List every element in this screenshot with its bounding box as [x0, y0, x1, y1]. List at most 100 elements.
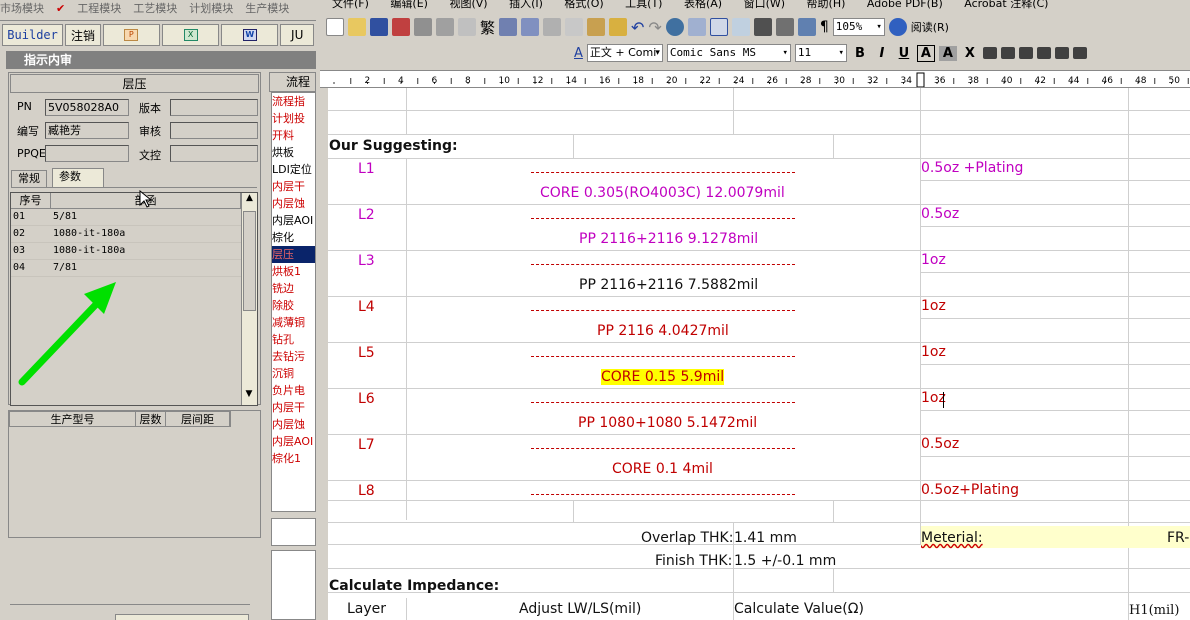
underline-icon[interactable]: U — [895, 46, 913, 61]
ppqe-field[interactable] — [45, 145, 129, 162]
align-center-icon[interactable] — [1000, 47, 1015, 59]
table-row[interactable]: 01 5/81 — [11, 209, 257, 226]
flow-item[interactable]: LDI定位 — [272, 161, 315, 178]
font-select[interactable]: Comic Sans MS — [666, 44, 791, 62]
menu-adobe-pdf[interactable]: Adobe PDF(B) — [867, 0, 943, 10]
horizontal-ruler[interactable]: 2 4 6 8 10 12 14 16 18 20 22 24 26 28 30 32 34 36 38 40 42 44… — [320, 70, 1190, 88]
styles-icon[interactable]: A — [574, 46, 583, 61]
scroll-thumb[interactable] — [243, 211, 256, 311]
redo-icon[interactable]: ↷ — [648, 18, 661, 37]
undo-icon[interactable]: ↶ — [631, 18, 644, 37]
flow-item[interactable]: 内层蚀 — [272, 195, 315, 212]
tables-borders-icon[interactable] — [687, 18, 706, 36]
paste-icon[interactable] — [587, 18, 606, 36]
flow-input[interactable] — [271, 518, 316, 546]
menu-tools[interactable]: 工具(T) — [625, 0, 662, 10]
menu-window[interactable]: 窗口(W) — [744, 0, 785, 10]
new-doc-icon[interactable] — [326, 18, 344, 36]
read-button[interactable]: 阅读(R) — [911, 19, 949, 35]
word-button[interactable]: W — [221, 24, 279, 46]
bold-icon[interactable]: B — [851, 46, 869, 61]
scroll-up-icon[interactable]: ▲ — [242, 193, 257, 209]
document-map-icon[interactable] — [797, 18, 816, 36]
flow-item[interactable]: 内层AOI — [272, 433, 315, 450]
excel-button[interactable]: X — [161, 24, 220, 46]
menu-market[interactable]: 市场模块 — [0, 2, 44, 14]
cut-icon[interactable] — [543, 18, 562, 36]
grid-scrollbar[interactable]: ▲ ▼ — [241, 193, 257, 405]
insert-table-icon[interactable] — [709, 18, 728, 36]
menu-acrobat-comments[interactable]: Acrobat 注释(C) — [964, 0, 1048, 10]
menu-format[interactable]: 格式(O) — [564, 0, 603, 10]
tab-params[interactable]: 参数 — [52, 168, 104, 187]
flow-item[interactable]: 棕化1 — [272, 450, 315, 467]
review-field[interactable] — [170, 122, 258, 139]
menu-table[interactable]: 表格(A) — [684, 0, 722, 10]
numbering-icon[interactable] — [1072, 47, 1087, 59]
document-page[interactable]: Our Suggesting: L1 0.5oz +Plating CORE 0… — [328, 88, 1190, 620]
menu-view[interactable]: 视图(V) — [449, 0, 487, 10]
tab-general[interactable]: 常规 — [11, 170, 47, 187]
flow-item[interactable]: 铣边 — [272, 280, 315, 297]
char-border-icon[interactable]: A — [916, 44, 935, 62]
builder-button[interactable]: Builder — [2, 24, 64, 46]
ju-button[interactable]: JU — [280, 24, 314, 46]
permission-icon[interactable] — [392, 18, 410, 36]
bottom-button[interactable] — [115, 614, 249, 620]
version-field[interactable] — [170, 99, 258, 116]
menu-edit[interactable]: 编辑(E) — [390, 0, 428, 10]
menu-process[interactable]: 工艺模块 — [133, 2, 177, 14]
zoom-select[interactable]: 105% — [832, 18, 885, 36]
flow-item[interactable]: 内层干 — [272, 178, 315, 195]
doc-control-field[interactable] — [170, 145, 258, 162]
align-right-icon[interactable] — [1018, 47, 1033, 59]
flow-item[interactable]: 沉铜 — [272, 365, 315, 382]
logout-button[interactable]: 注销 — [65, 24, 101, 46]
print-preview-icon[interactable] — [436, 18, 454, 36]
author-field[interactable]: 臧艳芳 — [45, 122, 129, 139]
copy-icon[interactable] — [565, 18, 584, 36]
flow-item[interactable]: 内层干 — [272, 399, 315, 416]
columns-icon[interactable] — [753, 18, 772, 36]
show-hide-icon[interactable]: ¶ — [820, 19, 829, 35]
menu-engineering[interactable]: 工程模块 — [77, 2, 121, 14]
flow-item[interactable]: 流程指 — [272, 93, 315, 110]
char-shading-icon[interactable]: A — [938, 45, 957, 61]
open-icon[interactable] — [348, 18, 366, 36]
menu-file[interactable]: 文件(F) — [332, 0, 369, 10]
save-icon[interactable] — [370, 18, 388, 36]
scroll-down-icon[interactable]: ▼ — [242, 389, 256, 405]
italic-icon[interactable]: I — [873, 46, 891, 61]
pn-field[interactable]: 5V058028A0 — [45, 99, 129, 116]
flow-item[interactable]: 烘板1 — [272, 263, 315, 280]
flow-item[interactable]: 减薄铜 — [272, 314, 315, 331]
menu-insert[interactable]: 插入(I) — [509, 0, 543, 10]
menu-help[interactable]: 帮助(H) — [807, 0, 846, 10]
print-icon[interactable] — [414, 18, 432, 36]
flow-item[interactable]: 内层蚀 — [272, 416, 315, 433]
char-scaling-icon[interactable]: X — [961, 46, 979, 61]
table-row[interactable]: 03 1080-it-180a — [11, 243, 257, 260]
flow-item[interactable]: 烘板 — [272, 144, 315, 161]
style-select[interactable]: 正文 + Comi — [586, 44, 663, 62]
flow-item[interactable]: 钻孔 — [272, 331, 315, 348]
flow-item[interactable]: 除胶 — [272, 297, 315, 314]
line-spacing-icon[interactable] — [1054, 47, 1069, 59]
justify-icon[interactable] — [1036, 47, 1051, 59]
traditional-chinese-button[interactable]: 繁 — [480, 17, 495, 38]
align-left-icon[interactable] — [982, 47, 997, 59]
flow-item[interactable]: 负片电 — [272, 382, 315, 399]
drawing-icon[interactable] — [775, 18, 794, 36]
spelling-icon[interactable] — [458, 18, 476, 36]
flow-item[interactable]: 开料 — [272, 127, 315, 144]
table-row[interactable]: 04 7/81 — [11, 260, 257, 277]
font-size-select[interactable]: 11 — [794, 44, 847, 62]
ppt-button[interactable]: P — [102, 24, 160, 46]
insert-excel-icon[interactable] — [731, 18, 750, 36]
menu-plan[interactable]: 计划模块 — [189, 2, 233, 14]
hyperlink-icon[interactable] — [665, 18, 684, 36]
flow-item[interactable]: 内层AOI — [272, 212, 315, 229]
flow-item[interactable]: 去钻污 — [272, 348, 315, 365]
flow-item[interactable]: 计划投 — [272, 110, 315, 127]
flow-item-selected[interactable]: 层压 — [272, 246, 315, 263]
